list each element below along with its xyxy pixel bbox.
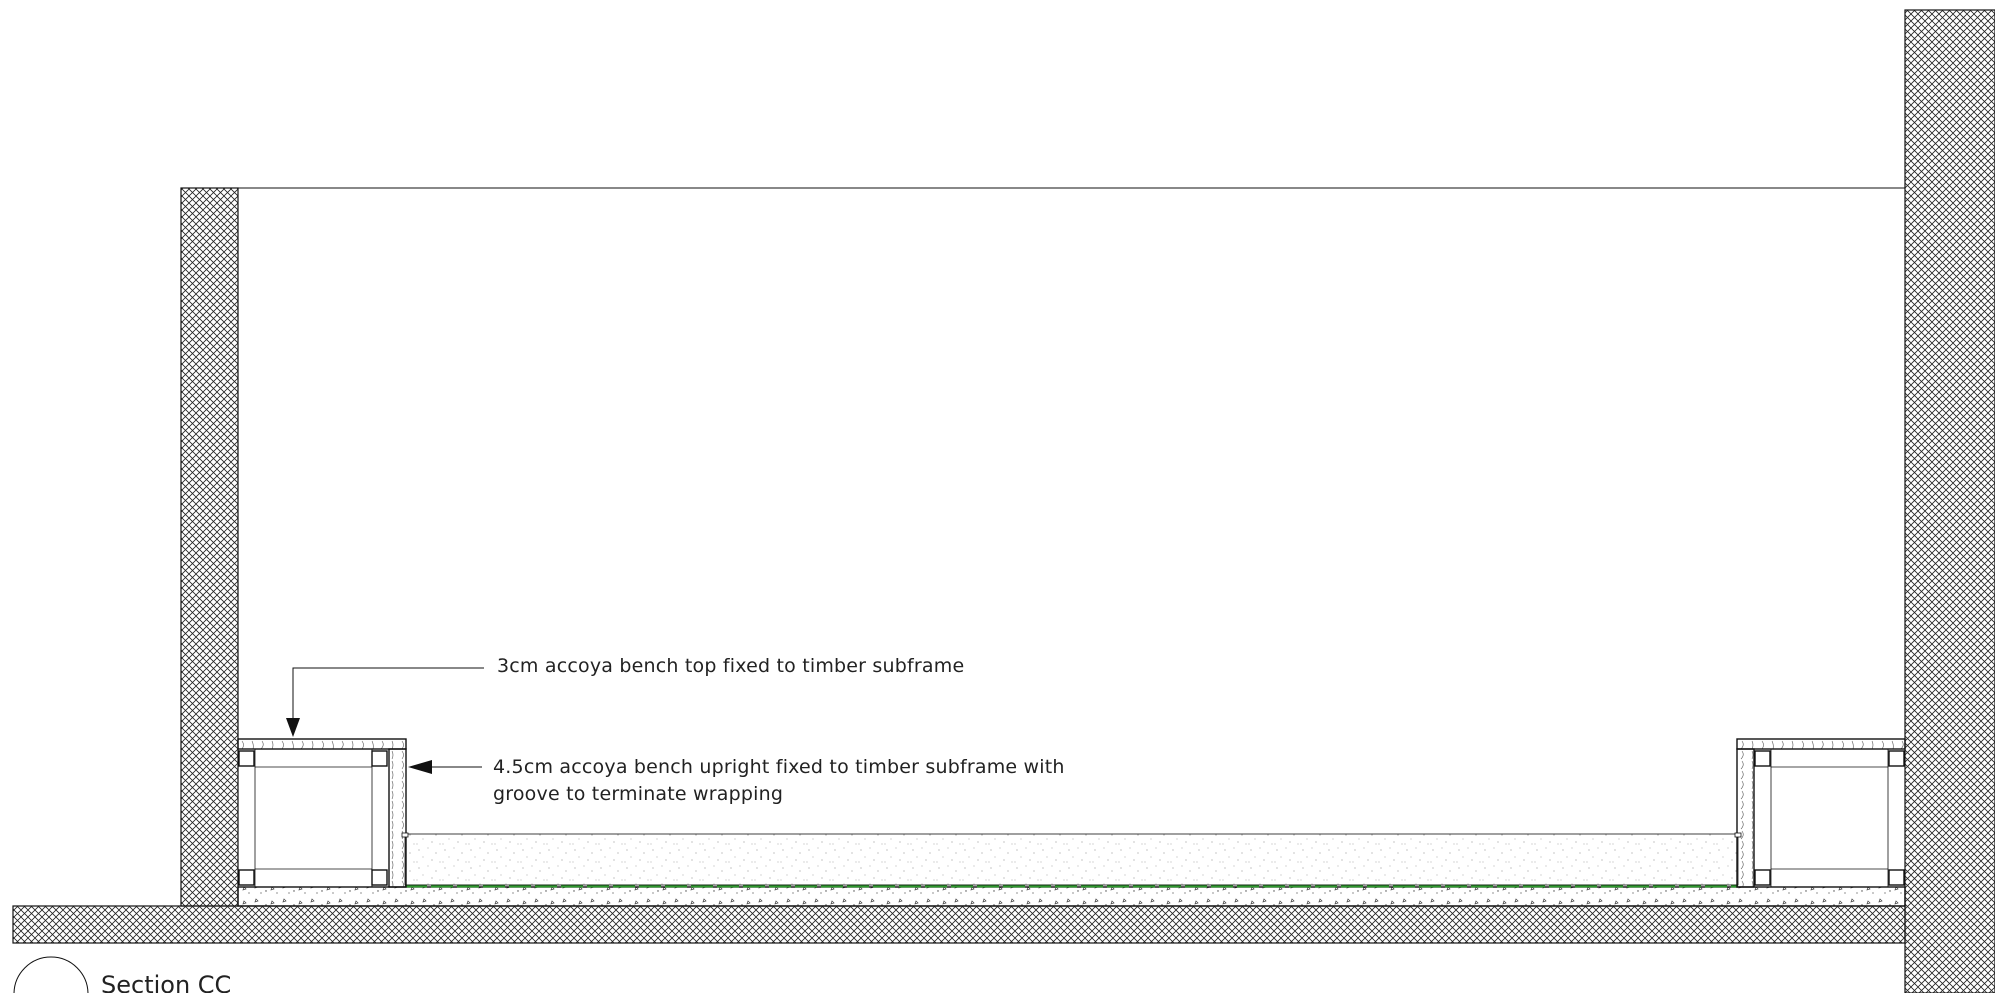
left-bench bbox=[237, 738, 409, 888]
left-batten-br bbox=[371, 869, 388, 886]
right-bench bbox=[1734, 738, 1906, 888]
left-bench-top bbox=[237, 738, 407, 750]
left-batten-bl bbox=[238, 869, 255, 886]
section-drawing: 3cm accoya bench top fixed to timber sub… bbox=[12, 9, 1995, 993]
bench-upright-label-line1: 4.5cm accoya bench upright fixed to timb… bbox=[493, 756, 1065, 778]
section-marker-circle bbox=[13, 956, 89, 993]
bench-top-label: 3cm accoya bench top fixed to timber sub… bbox=[497, 655, 964, 677]
left-batten-tr bbox=[371, 750, 388, 767]
left-wall bbox=[180, 187, 239, 907]
right-wall bbox=[1904, 9, 1995, 993]
bench-top-arrowhead bbox=[286, 718, 300, 737]
bench-upright-arrowhead bbox=[408, 760, 432, 774]
right-batten-tr bbox=[1888, 750, 1905, 767]
right-batten-tl bbox=[1754, 750, 1771, 767]
bench-top-leader bbox=[292, 667, 484, 720]
sand-fill bbox=[404, 833, 1739, 886]
right-bench-upright bbox=[1736, 748, 1755, 888]
left-groove bbox=[401, 832, 409, 838]
bench-upright-label-line2: groove to terminate wrapping bbox=[493, 783, 783, 805]
right-bench-top bbox=[1736, 738, 1906, 750]
right-batten-bl bbox=[1754, 869, 1771, 886]
screed-layer bbox=[237, 886, 1906, 907]
left-batten-tl bbox=[238, 750, 255, 767]
section-title: Section CC bbox=[101, 971, 231, 993]
right-groove bbox=[1734, 832, 1742, 838]
ground-slab bbox=[12, 905, 1906, 944]
left-bench-upright bbox=[388, 748, 407, 888]
right-subframe bbox=[1753, 748, 1906, 888]
left-subframe bbox=[237, 748, 390, 888]
right-batten-br bbox=[1888, 869, 1905, 886]
